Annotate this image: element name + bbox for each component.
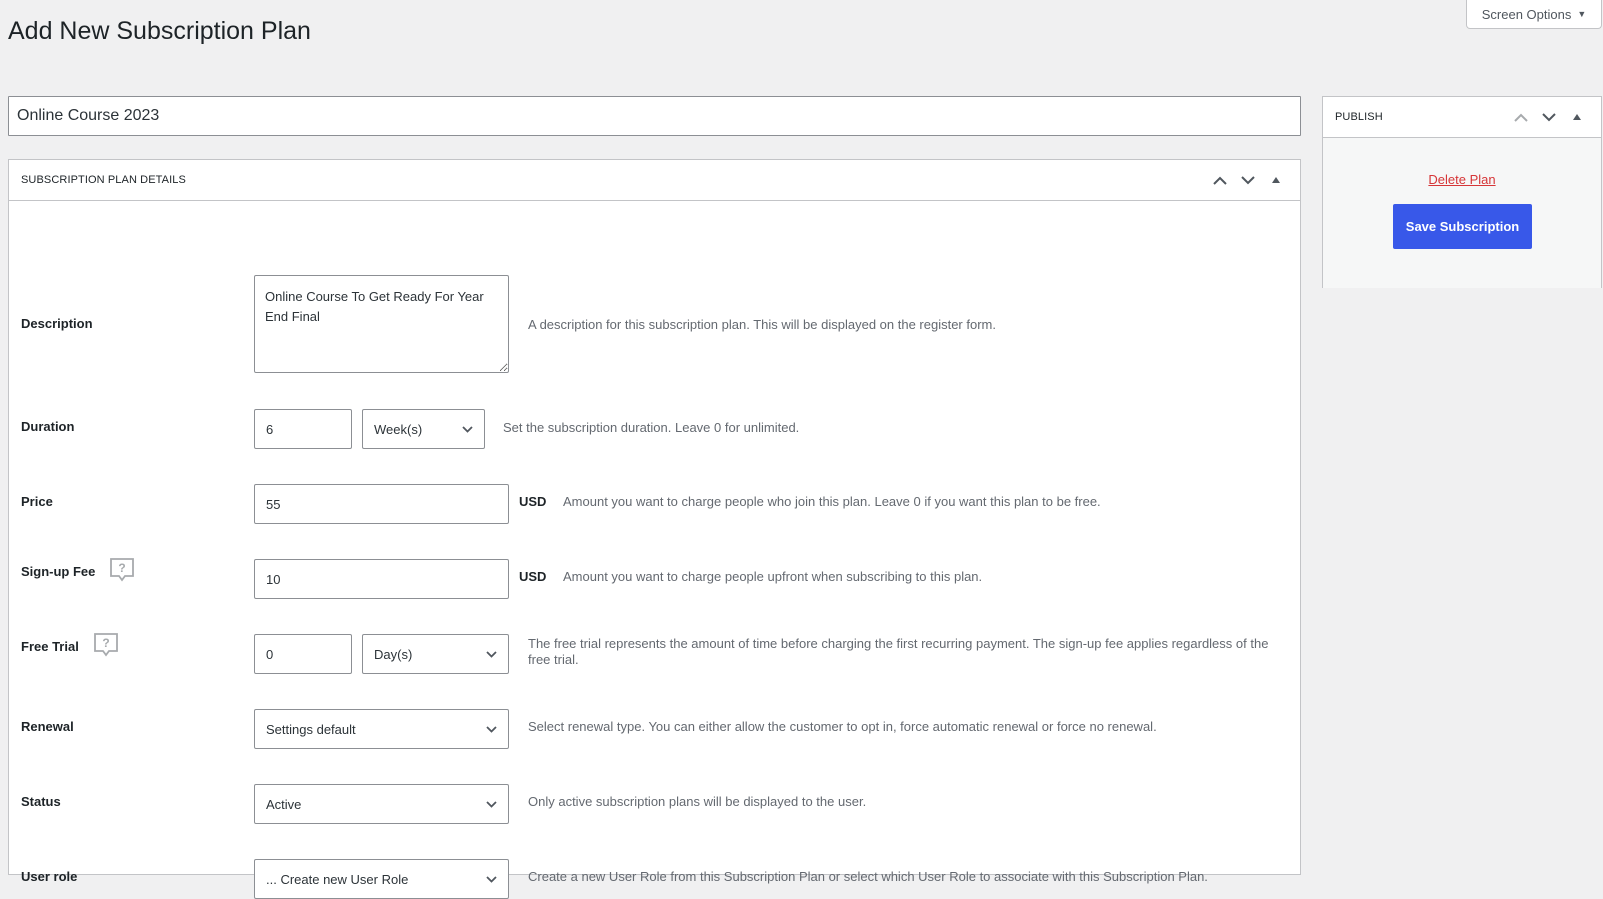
chevron-down-icon — [486, 800, 497, 808]
caret-down-icon: ▼ — [1577, 9, 1587, 19]
svg-text:?: ? — [119, 561, 126, 575]
plan-title-input[interactable] — [8, 96, 1301, 136]
signup-fee-label: Sign-up Fee — [21, 564, 96, 579]
screen-options-button[interactable]: Screen Options ▼ — [1466, 0, 1602, 29]
status-label: Status — [21, 794, 61, 809]
publish-box-title: PUBLISH — [1335, 111, 1383, 123]
user-role-select[interactable]: ... Create new User Role — [254, 859, 509, 899]
chevron-down-icon — [486, 725, 497, 733]
renewal-help: Select renewal type. You can either allo… — [528, 719, 1157, 734]
duration-unit-select[interactable]: Week(s) — [362, 409, 485, 449]
details-box-title: SUBSCRIPTION PLAN DETAILS — [21, 174, 186, 186]
description-help: A description for this subscription plan… — [528, 317, 996, 332]
price-label: Price — [21, 494, 53, 509]
publish-box: PUBLISH Delete Plan Save Subscription — [1322, 96, 1602, 288]
description-label: Description — [21, 316, 93, 331]
renewal-value: Settings default — [266, 721, 356, 737]
chevron-down-icon — [462, 425, 473, 433]
details-box-header: SUBSCRIPTION PLAN DETAILS — [9, 160, 1300, 201]
free-trial-label-group: Free Trial ? — [21, 632, 119, 661]
free-trial-unit-select[interactable]: Day(s) — [362, 634, 509, 674]
help-tooltip-icon[interactable]: ? — [93, 632, 119, 661]
description-textarea[interactable]: Online Course To Get Ready For Year End … — [254, 275, 509, 373]
status-help: Only active subscription plans will be d… — [528, 794, 867, 809]
duration-help: Set the subscription duration. Leave 0 f… — [503, 420, 800, 435]
move-down-icon[interactable] — [1236, 168, 1260, 192]
duration-input[interactable] — [254, 409, 352, 449]
signup-fee-input[interactable] — [254, 559, 509, 599]
delete-plan-link[interactable]: Delete Plan — [1323, 172, 1601, 187]
subscription-plan-details-box: SUBSCRIPTION PLAN DETAILS Description On… — [8, 159, 1301, 899]
publish-box-header: PUBLISH — [1323, 97, 1601, 138]
signup-fee-label-group: Sign-up Fee ? — [21, 557, 135, 586]
user-role-value: ... Create new User Role — [266, 871, 409, 887]
svg-text:?: ? — [102, 636, 109, 650]
price-currency: USD — [519, 494, 547, 509]
move-down-icon[interactable] — [1537, 105, 1561, 129]
page-title: Add New Subscription Plan — [8, 17, 311, 45]
collapse-toggle-icon[interactable] — [1264, 168, 1288, 192]
status-value: Active — [266, 796, 302, 812]
free-trial-label: Free Trial — [21, 639, 79, 654]
help-tooltip-icon[interactable]: ? — [109, 557, 135, 586]
move-up-icon[interactable] — [1208, 168, 1232, 192]
publish-box-body: Delete Plan Save Subscription — [1323, 138, 1601, 288]
screen-options-label: Screen Options — [1481, 6, 1572, 22]
price-help: Amount you want to charge people who joi… — [563, 494, 1101, 509]
renewal-label: Renewal — [21, 719, 74, 734]
free-trial-unit-value: Day(s) — [374, 646, 413, 662]
price-input[interactable] — [254, 484, 509, 524]
chevron-down-icon — [486, 875, 497, 883]
free-trial-input[interactable] — [254, 634, 352, 674]
save-subscription-button[interactable]: Save Subscription — [1393, 204, 1532, 249]
renewal-select[interactable]: Settings default — [254, 709, 509, 749]
chevron-down-icon — [486, 650, 497, 658]
signup-fee-currency: USD — [519, 569, 547, 584]
duration-unit-value: Week(s) — [374, 421, 423, 437]
move-up-icon[interactable] — [1509, 105, 1533, 129]
free-trial-help: The free trial represents the amount of … — [528, 636, 1269, 667]
collapse-toggle-icon[interactable] — [1565, 105, 1589, 129]
duration-label: Duration — [21, 419, 75, 434]
user-role-label: User role — [21, 869, 78, 884]
signup-fee-help: Amount you want to charge people upfront… — [563, 569, 983, 584]
status-select[interactable]: Active — [254, 784, 509, 824]
